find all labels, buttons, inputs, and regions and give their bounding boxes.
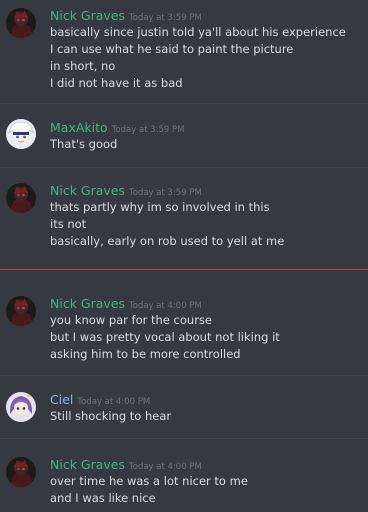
message-text: basically, early on rob used to yell at …	[50, 234, 285, 248]
author-name[interactable]: Nick Graves	[50, 183, 125, 198]
author-name[interactable]: Ciel	[50, 392, 73, 407]
message-text: you know par for the course	[50, 313, 212, 327]
message-divider	[0, 167, 368, 168]
dark-red-character-icon	[6, 457, 36, 487]
avatar[interactable]	[6, 183, 36, 213]
avatar[interactable]	[6, 296, 36, 326]
dark-red-character-icon	[6, 8, 36, 38]
white-anime-character-icon	[6, 119, 36, 149]
message-body: Still shocking to hear	[50, 408, 171, 425]
dark-red-character-icon	[6, 296, 36, 326]
message-timestamp: Today at 4:00 PM	[77, 397, 151, 407]
author-name[interactable]: MaxAkito	[50, 120, 108, 135]
message-body: That's good	[50, 136, 117, 153]
message-timestamp: Today at 4:00 PM	[129, 301, 202, 311]
message-timestamp: Today at 3:59 PM	[129, 188, 202, 198]
avatar[interactable]	[6, 457, 36, 487]
message-text: over time he was a lot nicer to me	[50, 474, 248, 488]
avatar[interactable]	[6, 8, 36, 38]
message-timestamp: Today at 3:59 PM	[129, 13, 202, 23]
message-body: thats partly why im so involved in this …	[50, 199, 284, 250]
author-name[interactable]: Nick Graves	[50, 8, 125, 23]
chat-message-list: Nick Graves Today at 3:59 PM basically si…	[0, 0, 368, 512]
message-body: over time he was a lot nicer to me and I…	[50, 473, 248, 507]
message-text: I did not have it as bad	[50, 76, 183, 90]
avatar[interactable]	[6, 119, 36, 149]
message-divider	[0, 375, 368, 376]
message-text: basically since justin told ya'll about …	[50, 25, 346, 39]
author-name[interactable]: Nick Graves	[50, 296, 125, 311]
message-text: its not	[50, 217, 87, 231]
message-text: asking him to be more controlled	[50, 347, 241, 361]
message-text: and I was like nice	[50, 491, 156, 505]
message-text: thats partly why im so involved in this	[50, 200, 270, 214]
message-divider	[0, 438, 368, 439]
message-timestamp: Today at 4:00 PM	[129, 462, 202, 472]
message-text: but I was pretty vocal about not liking …	[50, 330, 280, 344]
new-messages-divider	[0, 269, 368, 270]
message-body: basically since justin told ya'll about …	[50, 24, 346, 92]
avatar[interactable]	[6, 392, 36, 422]
message-divider	[0, 103, 368, 104]
message-body: you know par for the course but I was pr…	[50, 312, 280, 363]
message-text: Still shocking to hear	[50, 409, 172, 423]
message-timestamp: Today at 3:59 PM	[111, 125, 185, 135]
message-text: in short, no	[50, 59, 116, 73]
purple-haired-anime-icon	[6, 392, 36, 422]
dark-red-character-icon	[6, 183, 36, 213]
author-name[interactable]: Nick Graves	[50, 457, 125, 472]
message-text: I can use what he said to paint the pict…	[50, 42, 294, 56]
message-text: That's good	[50, 137, 118, 151]
